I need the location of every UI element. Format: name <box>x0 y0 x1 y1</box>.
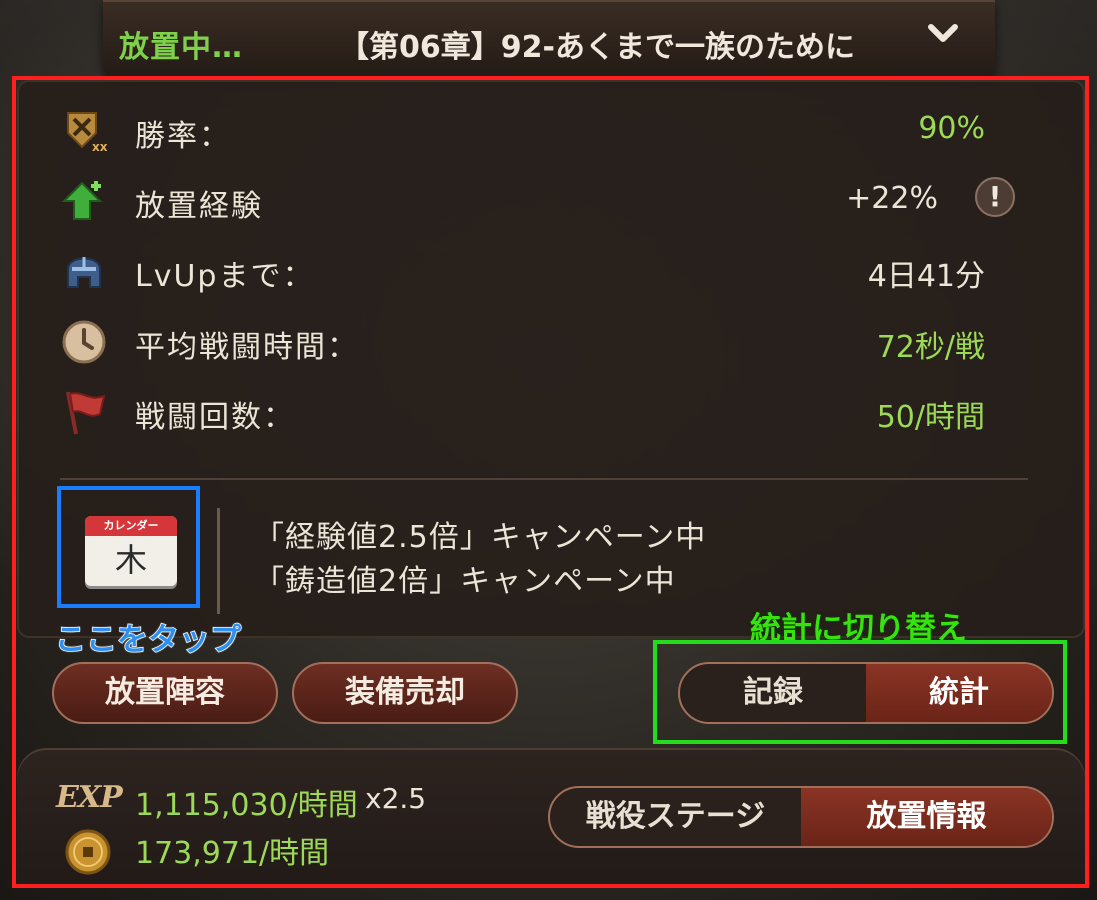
stat-row-idle-exp: 放置経験 +22% <box>60 175 938 227</box>
annotation-tap-here: ここをタップ <box>54 621 242 659</box>
exp-multiplier: x2.5 <box>365 782 427 815</box>
sell-equipment-button[interactable]: 装備売却 <box>292 662 518 724</box>
stat-row-win-rate: xx 勝率： 90% <box>60 105 985 157</box>
idle-status: 放置中… <box>119 30 243 65</box>
stat-value: 90% <box>918 111 985 146</box>
exp-icon: EXP <box>56 780 123 815</box>
stats-tab[interactable]: 統計 <box>866 664 1052 722</box>
annotation-highlight-calendar <box>57 486 200 608</box>
divider <box>60 478 1028 480</box>
helmet-icon <box>67 257 101 288</box>
clock-icon <box>62 320 106 364</box>
stat-label: LvUpまで： <box>135 259 315 294</box>
annotation-switch-to-stats: 統計に切り替え <box>750 611 967 647</box>
stat-row-lvup: LvUpまで： 4日41分 <box>60 245 985 297</box>
stat-label: 平均戦闘時間： <box>135 330 359 365</box>
footer-tabs[interactable]: 戦役ステージ 放置情報 <box>548 786 1054 848</box>
campaign-stage-tab[interactable]: 戦役ステージ <box>550 788 801 846</box>
stage-header-tab[interactable]: 放置中… 【第06章】92-あくまで一族のために <box>103 0 995 78</box>
red-flag-icon <box>66 391 106 435</box>
idle-info-tab[interactable]: 放置情報 <box>801 788 1052 846</box>
stat-label: 放置経験 <box>135 189 263 224</box>
gold-rate: 173,971/時間 <box>135 836 330 871</box>
stat-value: 72秒/戦 <box>876 330 985 365</box>
stage-title: 【第06章】92-あくまで一族のために <box>339 30 855 65</box>
record-stats-toggle[interactable]: 記録 統計 <box>678 662 1054 724</box>
campaign-exp: 「経験値2.5倍」キャンペーン中 <box>254 520 707 555</box>
win-rate-shield-icon: xx <box>67 112 108 154</box>
stat-row-battle-count: 戦闘回数： 50/時間 <box>60 386 985 438</box>
stat-label: 勝率： <box>135 119 231 154</box>
stat-value: 4日41分 <box>867 259 985 294</box>
gold-coin-icon <box>65 829 111 875</box>
chevron-down-icon[interactable] <box>925 16 961 52</box>
exp-rate: 1,115,030/時間 <box>135 788 358 823</box>
campaign-forge: 「鋳造値2倍」キャンペーン中 <box>254 564 676 599</box>
svg-text:xx: xx <box>92 140 108 154</box>
idle-lineup-button[interactable]: 放置陣容 <box>52 662 278 724</box>
info-icon[interactable]: ! <box>975 177 1015 217</box>
stat-value: 50/時間 <box>876 400 985 435</box>
stat-row-avg-battle-time: 平均戦闘時間： 72秒/戦 <box>60 316 985 368</box>
green-arrow-up-icon <box>61 181 103 220</box>
record-tab[interactable]: 記録 <box>680 664 866 722</box>
stat-label: 戦闘回数： <box>135 400 295 435</box>
stat-value: +22% <box>846 181 938 216</box>
vertical-divider <box>217 508 220 614</box>
